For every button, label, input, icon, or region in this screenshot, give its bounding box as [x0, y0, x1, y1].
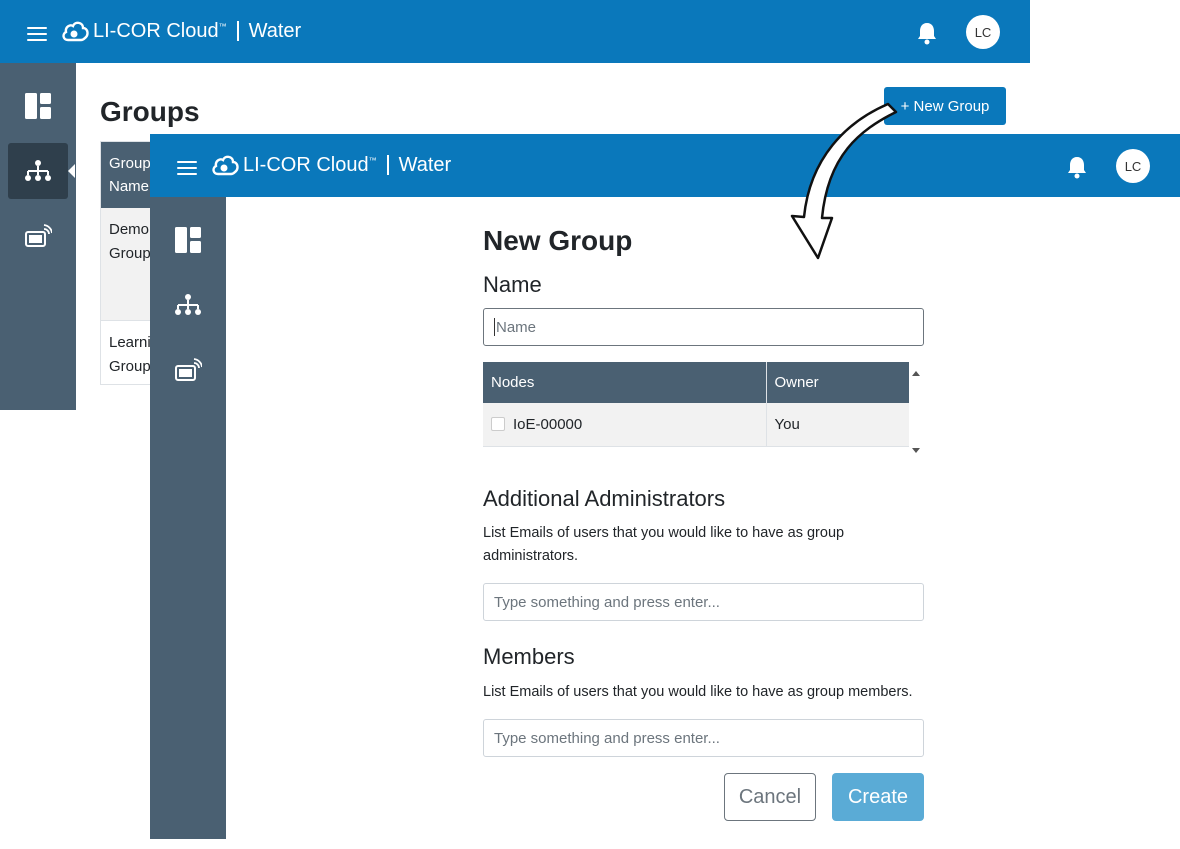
menu-icon[interactable]	[27, 27, 47, 41]
sidebar	[0, 63, 76, 410]
brand-name: LI-COR Cloud	[243, 153, 369, 176]
logo-separator	[386, 155, 389, 175]
form-title: New Group	[483, 225, 633, 256]
active-pointer	[68, 164, 75, 178]
members-placeholder: Type something and press enter...	[494, 729, 720, 747]
arrow-icon	[790, 102, 898, 260]
bell-icon[interactable]	[916, 21, 938, 45]
owner-column-header[interactable]: Owner	[765, 362, 909, 403]
sidebar-item-dashboard[interactable]	[158, 212, 218, 268]
members-input[interactable]: Type something and press enter...	[483, 719, 924, 757]
new-group-button[interactable]: + New Group	[884, 87, 1006, 125]
node-cell: IoE-00000	[483, 403, 766, 447]
admins-placeholder: Type something and press enter...	[494, 593, 720, 611]
menu-icon[interactable]	[177, 161, 197, 175]
members-label: Members	[483, 644, 575, 669]
page-title: Groups	[100, 96, 200, 127]
name-placeholder: Name	[496, 318, 537, 336]
product-name: Water	[248, 19, 302, 42]
table-row[interactable]: IoE-00000 You	[483, 403, 909, 447]
members-help-text: List Emails of users that you would like…	[483, 684, 913, 700]
trademark: ™	[218, 21, 227, 31]
name-label: Name	[483, 272, 542, 297]
dashboard-icon	[25, 93, 51, 119]
text-caret	[494, 318, 495, 336]
sidebar-item-groups[interactable]	[158, 277, 218, 333]
scroll-up-arrow[interactable]	[912, 371, 920, 376]
name-input[interactable]: Name	[483, 308, 924, 346]
groups-icon	[25, 160, 51, 181]
logo-separator	[236, 21, 239, 41]
new-group-window: LI-COR Cloud™ Water LC New Group Name Na…	[150, 134, 1180, 839]
cloud-logo-icon	[212, 155, 239, 176]
product-name: Water	[398, 153, 452, 176]
node-name: IoE-00000	[513, 415, 583, 433]
sidebar-item-groups[interactable]	[8, 143, 75, 199]
nodes-column-header[interactable]: Nodes	[483, 362, 766, 403]
sidebar-item-devices[interactable]	[8, 208, 68, 264]
node-checkbox[interactable]	[491, 416, 505, 431]
create-button[interactable]: Create	[832, 773, 924, 821]
nodes-table: Nodes Owner IoE-00000 You	[483, 362, 909, 447]
scroll-down-arrow[interactable]	[912, 448, 920, 453]
bell-icon[interactable]	[1066, 155, 1088, 179]
top-bar: LI-COR Cloud™ Water LC	[150, 134, 1180, 197]
groups-icon	[175, 294, 201, 315]
admins-label: Additional Administrators	[483, 486, 726, 511]
admins-input[interactable]: Type something and press enter...	[483, 583, 924, 621]
top-bar: LI-COR Cloud™ Water LC	[0, 0, 1030, 63]
owner-cell: You	[765, 403, 909, 447]
avatar[interactable]: LC	[966, 15, 1000, 49]
admins-help-text: List Emails of users that you would like…	[483, 525, 845, 564]
devices-icon	[175, 358, 202, 381]
dashboard-icon	[175, 227, 201, 253]
avatar[interactable]: LC	[1116, 149, 1150, 183]
trademark: ™	[368, 155, 377, 165]
logo[interactable]: LI-COR Cloud™ Water	[61, 19, 301, 43]
cloud-logo-icon	[62, 21, 89, 42]
logo[interactable]: LI-COR Cloud™ Water	[211, 153, 451, 177]
brand-name: LI-COR Cloud	[93, 19, 219, 42]
devices-icon	[25, 224, 52, 247]
cancel-button[interactable]: Cancel	[724, 773, 816, 821]
sidebar-item-devices[interactable]	[158, 342, 218, 398]
sidebar	[150, 197, 226, 839]
sidebar-item-dashboard[interactable]	[8, 78, 68, 134]
